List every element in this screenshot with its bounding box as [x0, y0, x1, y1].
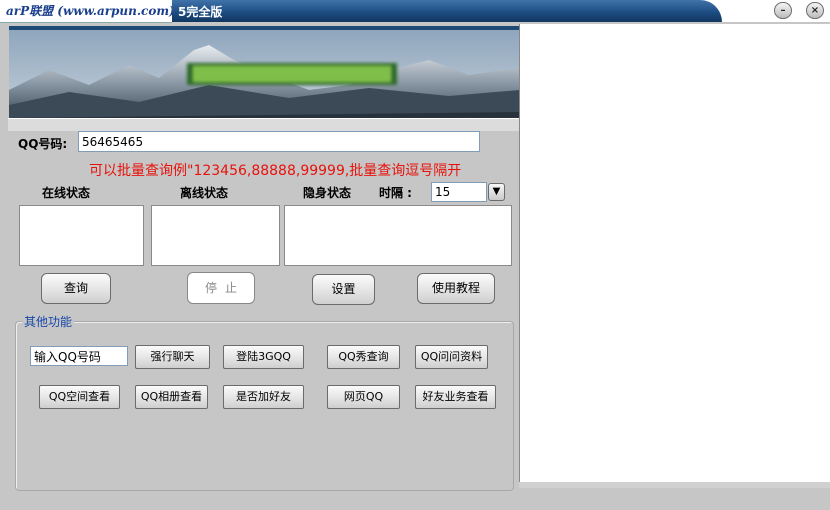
hidden-status-list[interactable]: [284, 205, 512, 266]
hidden-status-label: 隐身状态: [303, 186, 352, 200]
tutorial-button[interactable]: 使用教程: [417, 273, 495, 304]
result-panel: [519, 24, 817, 482]
qq-number-input[interactable]: [78, 131, 480, 152]
album-view-button[interactable]: QQ相册查看: [135, 385, 208, 409]
banner-image: [9, 26, 520, 124]
qqshow-query-button[interactable]: QQ秀查询: [327, 345, 400, 369]
interval-label: 时隔 :: [379, 186, 412, 200]
qq-number-label: QQ号码:: [18, 137, 68, 151]
minimize-button[interactable]: –: [774, 2, 792, 19]
login-3gqq-button[interactable]: 登陆3GQQ: [223, 345, 304, 369]
result-panel-footer: [519, 482, 830, 488]
result-panel-margin: [816, 24, 830, 482]
batch-query-hint: 可以批量查询例"123456,88888,99999,批量查询逗号隔开: [89, 163, 462, 179]
friend-service-button[interactable]: 好友业务查看: [415, 385, 496, 409]
query-button[interactable]: 查询: [41, 273, 111, 304]
interval-select[interactable]: 15: [431, 182, 487, 202]
offline-status-list[interactable]: [151, 205, 280, 266]
qzone-view-button[interactable]: QQ空间查看: [39, 385, 120, 409]
title-bar-band: [172, 0, 722, 22]
other-functions-legend: 其他功能: [22, 313, 75, 330]
qq-ask-profile-button[interactable]: QQ问问资料: [415, 345, 488, 369]
stop-button[interactable]: 停止: [187, 272, 255, 304]
window-title: 5完全版: [178, 5, 223, 19]
other-qq-input[interactable]: [30, 346, 128, 366]
offline-status-label: 离线状态: [180, 186, 229, 200]
close-button[interactable]: ×: [806, 2, 824, 19]
web-qq-button[interactable]: 网页QQ: [327, 385, 400, 409]
is-friend-button[interactable]: 是否加好友: [223, 385, 304, 409]
online-status-list[interactable]: [19, 205, 144, 266]
app-logo-text: arP联盟 (www.arpun.com): [6, 4, 175, 18]
force-chat-button[interactable]: 强行聊天: [135, 345, 210, 369]
banner-strip: [8, 118, 520, 131]
online-status-label: 在线状态: [42, 186, 91, 200]
settings-button[interactable]: 设置: [312, 274, 375, 305]
chevron-down-icon[interactable]: ▼: [488, 183, 505, 201]
